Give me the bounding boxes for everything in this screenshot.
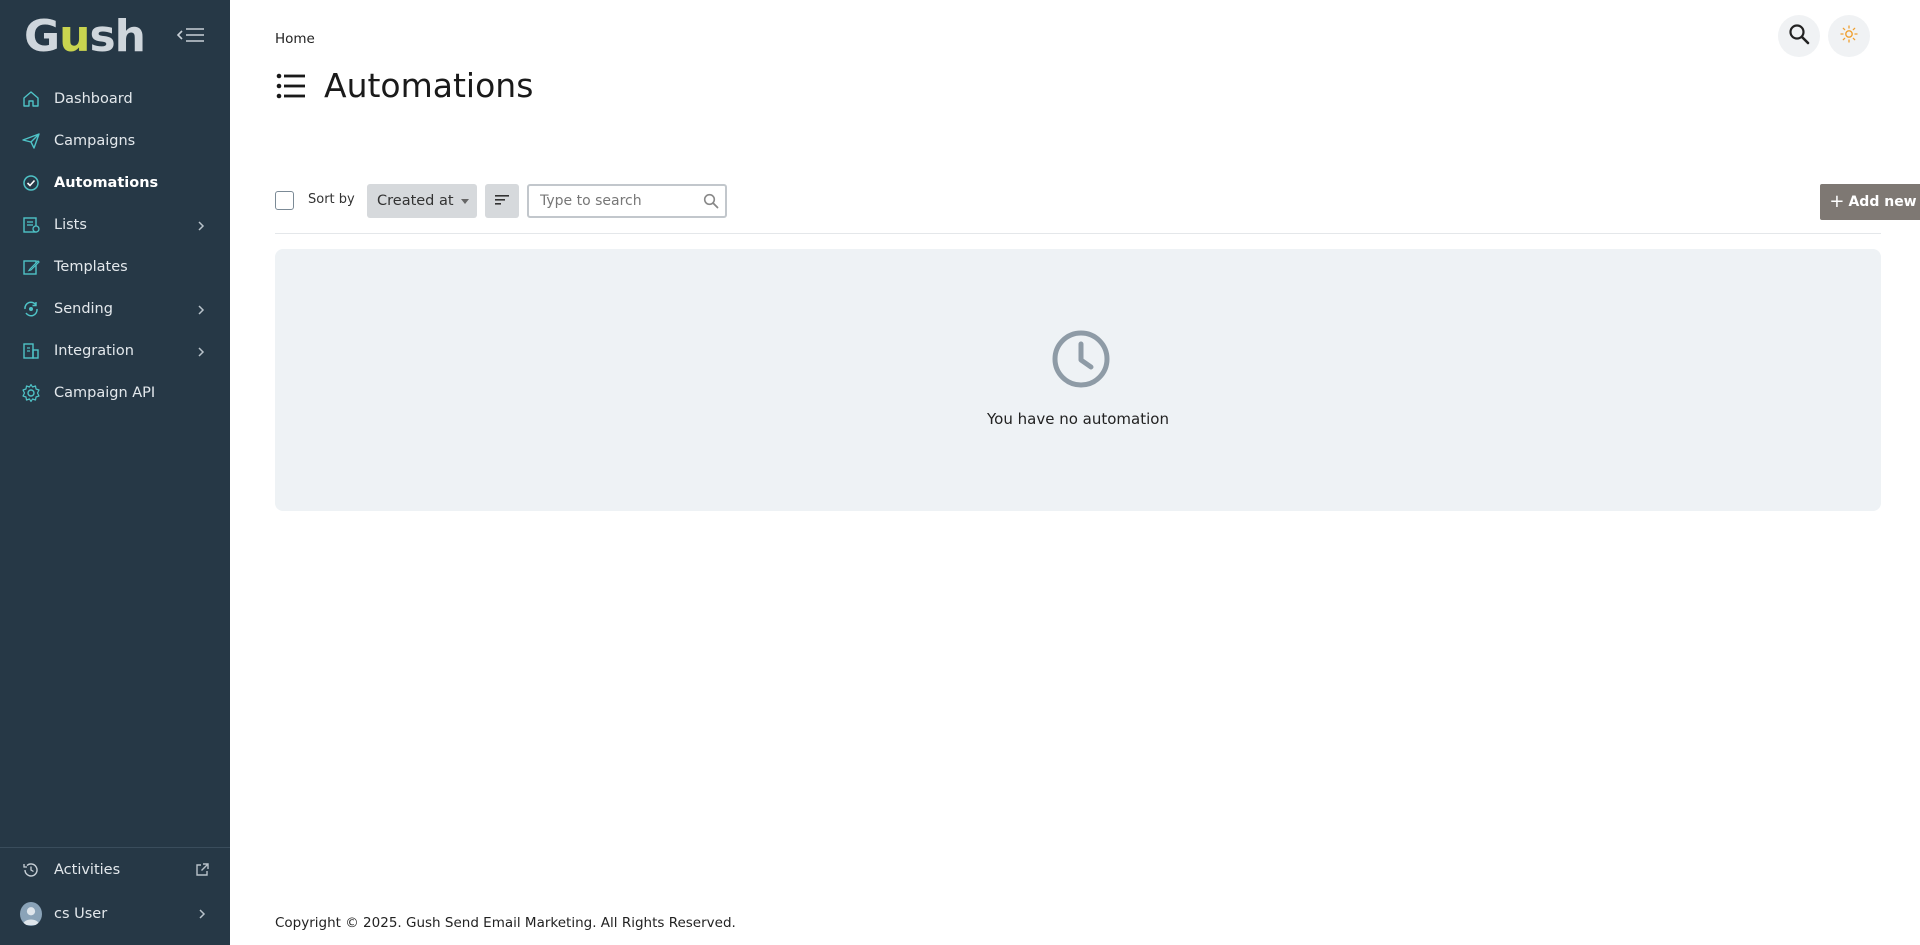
sidebar-item-label: Dashboard: [54, 91, 133, 107]
empty-state: You have no automation: [275, 249, 1881, 511]
search-icon: [1788, 23, 1810, 49]
clock-icon: [1051, 329, 1111, 389]
chevron-right-icon: [194, 218, 208, 232]
add-new-label: Add new: [1848, 194, 1917, 210]
empty-state-message: You have no automation: [987, 410, 1169, 428]
divider: [275, 233, 1881, 234]
sidebar-item-label: Campaigns: [54, 133, 136, 149]
search-field: [527, 184, 727, 218]
sidebar-item-lists[interactable]: Lists: [0, 204, 230, 246]
sidebar-item-sending[interactable]: Sending: [0, 288, 230, 330]
edit-icon: [20, 256, 42, 278]
shield-check-icon: [20, 172, 42, 194]
search-icon: [703, 193, 719, 209]
theme-toggle-button[interactable]: [1828, 15, 1870, 57]
search-input[interactable]: [529, 186, 689, 216]
sidebar-item-templates[interactable]: Templates: [0, 246, 230, 288]
sidebar: Gush Dashboard Campaigns Automations Lis…: [0, 0, 230, 945]
sidebar-item-campaign-api[interactable]: Campaign API: [0, 372, 230, 414]
sort-lines-icon: [494, 192, 510, 211]
sort-field-select[interactable]: Created at: [367, 184, 477, 218]
chevron-right-icon: [194, 906, 210, 922]
gear-icon: [20, 382, 42, 404]
sidebar-item-label: Templates: [54, 259, 128, 275]
sidebar-item-campaigns[interactable]: Campaigns: [0, 120, 230, 162]
page-title-text: Automations: [324, 66, 534, 105]
user-menu[interactable]: cs User: [0, 892, 230, 936]
avatar: [20, 902, 42, 926]
sidebar-item-label: Lists: [54, 217, 87, 233]
page-title: Automations: [275, 66, 533, 105]
logo-text: Gush: [24, 11, 146, 62]
breadcrumb[interactable]: Home: [275, 31, 315, 47]
list-icon: [20, 214, 42, 236]
home-icon: [20, 88, 42, 110]
external-link-icon[interactable]: [194, 862, 210, 878]
sidebar-item-label: Automations: [54, 175, 159, 191]
sync-icon: [20, 298, 42, 320]
select-all-checkbox[interactable]: [275, 191, 294, 210]
collapse-sidebar-icon[interactable]: [176, 22, 206, 48]
sidebar-item-automations[interactable]: Automations: [0, 162, 230, 204]
list-bullets-icon: [275, 70, 307, 102]
sidebar-item-label: Activities: [54, 862, 121, 878]
sort-direction-button[interactable]: [485, 184, 519, 218]
list-toolbar: Sort by Created at + Add new: [275, 184, 1920, 224]
global-search-button[interactable]: [1778, 15, 1820, 57]
sidebar-item-label: Integration: [54, 343, 134, 359]
sidebar-item-integration[interactable]: Integration: [0, 330, 230, 372]
user-name: cs User: [54, 906, 108, 922]
footer-copyright: Copyright © 2025. Gush Send Email Market…: [275, 915, 736, 931]
sidebar-item-label: Campaign API: [54, 385, 156, 401]
sun-icon: [1839, 24, 1859, 48]
main-content: Home Automations Sort by Created at Type…: [230, 0, 1920, 945]
add-new-button[interactable]: + Add new: [1820, 184, 1920, 220]
building-icon: [20, 340, 42, 362]
sort-by-label: Sort by: [308, 192, 355, 207]
sort-field-value: Created at: [377, 193, 454, 209]
gush-logo[interactable]: Gush: [24, 11, 146, 62]
sidebar-bottom: Activities cs User: [0, 847, 230, 936]
sidebar-item-dashboard[interactable]: Dashboard: [0, 78, 230, 120]
chevron-right-icon: [194, 302, 208, 316]
plus-icon: +: [1829, 191, 1845, 212]
caret-down-icon: [461, 199, 469, 204]
paper-plane-icon: [20, 130, 42, 152]
sidebar-nav: Dashboard Campaigns Automations Lists Te…: [0, 78, 230, 414]
chevron-right-icon: [194, 344, 208, 358]
sidebar-item-activities[interactable]: Activities: [0, 848, 230, 892]
sidebar-item-label: Sending: [54, 301, 113, 317]
history-icon: [20, 859, 42, 881]
